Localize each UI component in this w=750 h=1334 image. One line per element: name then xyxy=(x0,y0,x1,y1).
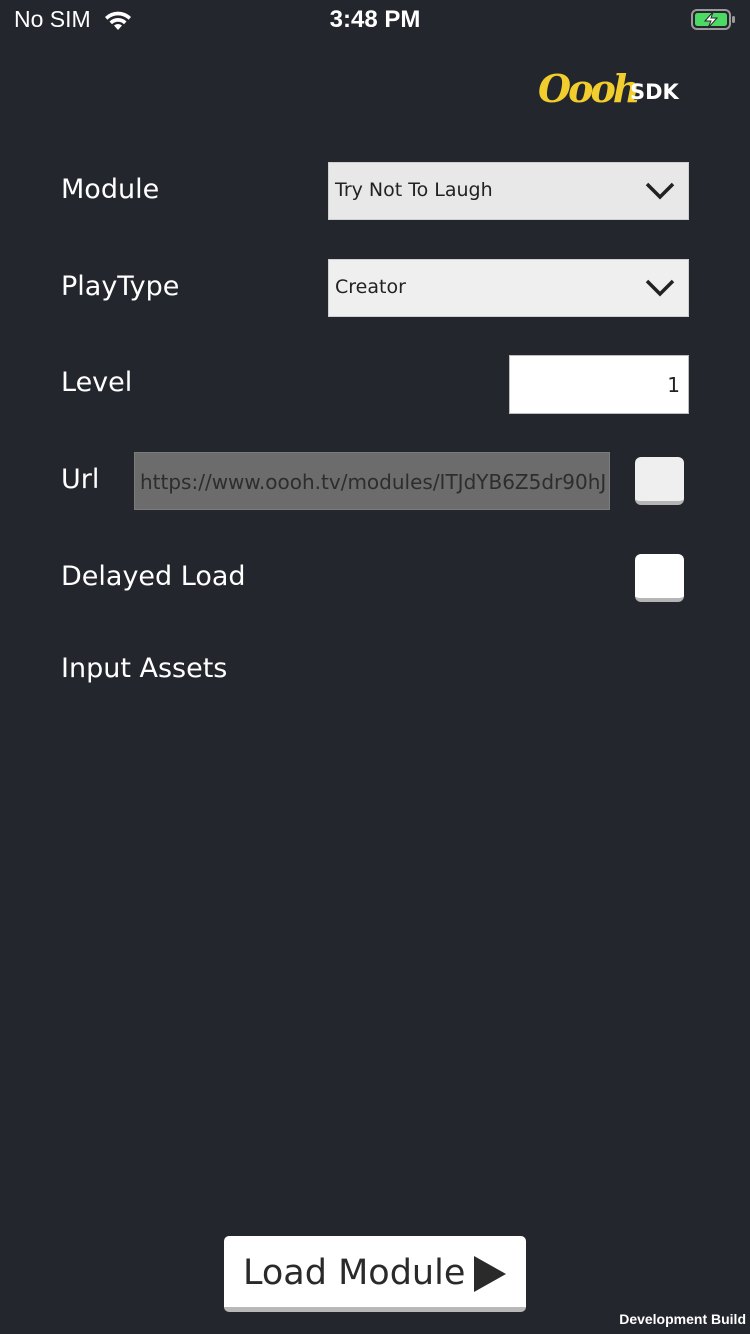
playtype-label: PlayType xyxy=(61,271,180,302)
development-build-label: Development Build xyxy=(619,1311,746,1327)
battery-charging-icon xyxy=(691,8,737,36)
oooh-sdk-logo: Oooh SDK xyxy=(538,66,679,114)
module-value: Try Not To Laugh xyxy=(335,179,493,201)
logo-wordmark: Oooh xyxy=(538,66,640,111)
delayed-load-checkbox[interactable] xyxy=(635,554,684,602)
level-value: 1 xyxy=(667,373,680,397)
playtype-dropdown[interactable]: Creator xyxy=(328,259,689,317)
load-module-button[interactable]: Load Module xyxy=(224,1236,526,1312)
chevron-down-icon xyxy=(644,180,676,206)
url-label: Url xyxy=(61,464,100,495)
input-assets-label: Input Assets xyxy=(61,653,228,684)
module-label: Module xyxy=(61,174,160,205)
play-icon xyxy=(472,1255,508,1297)
playtype-value: Creator xyxy=(335,276,406,298)
load-module-label: Load Module xyxy=(243,1253,466,1293)
module-dropdown[interactable]: Try Not To Laugh xyxy=(328,162,689,220)
url-value: https://www.oooh.tv/modules/ITJdYB6Z5dr9… xyxy=(140,470,607,494)
level-label: Level xyxy=(61,367,133,398)
status-bar: No SIM 3:48 PM xyxy=(0,0,750,44)
chevron-down-icon xyxy=(644,277,676,303)
logo-suffix: SDK xyxy=(630,80,679,104)
url-checkbox[interactable] xyxy=(635,457,684,505)
delayed-load-label: Delayed Load xyxy=(61,561,246,592)
url-input[interactable]: https://www.oooh.tv/modules/ITJdYB6Z5dr9… xyxy=(134,452,610,510)
clock: 3:48 PM xyxy=(329,6,421,33)
level-input[interactable]: 1 xyxy=(509,355,689,414)
